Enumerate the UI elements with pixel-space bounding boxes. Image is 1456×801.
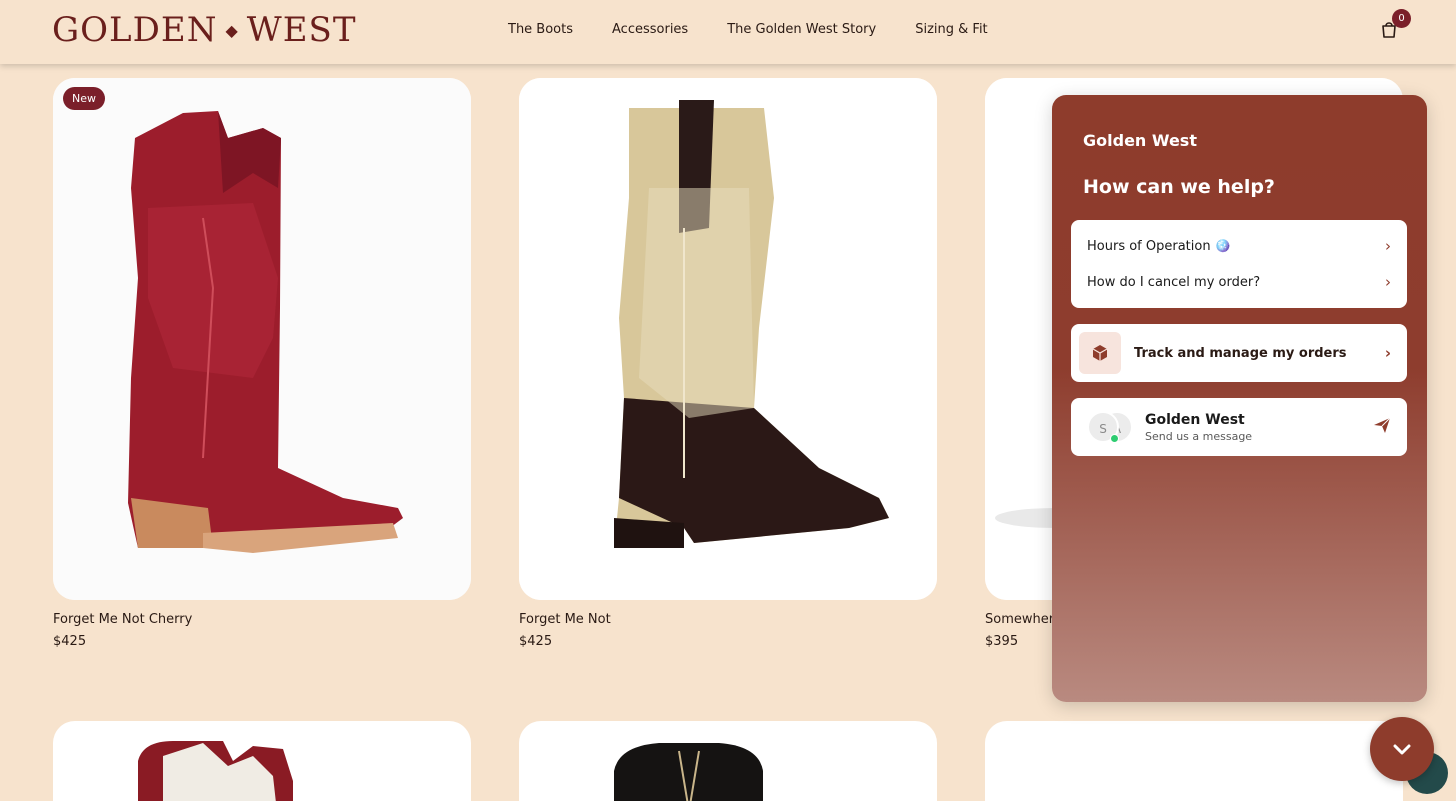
product-card[interactable] — [519, 78, 937, 600]
faq-label: How do I cancel my order? — [1087, 274, 1261, 290]
boot-image-cherry — [53, 78, 471, 600]
boot-image-row2-1 — [138, 741, 293, 801]
new-badge: New — [63, 87, 105, 110]
logo-diamond-icon: ◆ — [225, 20, 239, 40]
faq-label: Hours of Operation 🪩 — [1087, 238, 1231, 254]
chat-title: How can we help? — [1083, 176, 1275, 198]
product-price: $395 — [985, 634, 1019, 649]
chat-widget: Golden West How can we help? Hours of Op… — [1052, 95, 1427, 702]
message-text: Golden West Send us a message — [1145, 412, 1252, 443]
chevron-right-icon: › — [1385, 273, 1391, 291]
product-card[interactable] — [53, 721, 471, 801]
product-price: $425 — [519, 634, 553, 649]
online-status-dot — [1110, 434, 1119, 443]
chat-brand: Golden West — [1083, 131, 1197, 150]
product-card[interactable] — [519, 721, 937, 801]
product-price: $425 — [53, 634, 87, 649]
product-card[interactable]: New — [53, 78, 471, 600]
site-header: GOLDEN ◆ WEST The Boots Accessories The … — [0, 0, 1456, 64]
nav-item-accessories[interactable]: Accessories — [612, 22, 688, 37]
chevron-down-icon — [1393, 744, 1411, 755]
product-name[interactable]: Forget Me Not Cherry — [53, 612, 192, 627]
agent-subtitle: Send us a message — [1145, 429, 1253, 443]
product-name[interactable]: Somewhere — [985, 612, 1062, 627]
send-message-button[interactable]: A S Golden West Send us a message — [1071, 398, 1407, 456]
track-orders-button[interactable]: Track and manage my orders › — [1071, 324, 1407, 382]
boot-image-row2-2 — [614, 743, 763, 801]
boot-image-gold — [519, 78, 937, 600]
site-logo[interactable]: GOLDEN ◆ WEST — [52, 10, 357, 50]
faq-list: Hours of Operation 🪩 › How do I cancel m… — [1071, 220, 1407, 308]
product-name[interactable]: Forget Me Not — [519, 612, 611, 627]
nav-item-boots[interactable]: The Boots — [508, 22, 573, 37]
logo-word-right: WEST — [246, 10, 357, 50]
chat-toggle-button[interactable] — [1370, 717, 1434, 781]
nav-item-story[interactable]: The Golden West Story — [727, 22, 876, 37]
main-nav: The Boots Accessories The Golden West St… — [508, 22, 988, 37]
product-card[interactable] — [985, 721, 1403, 801]
track-label: Track and manage my orders — [1134, 345, 1347, 361]
nav-item-sizing[interactable]: Sizing & Fit — [915, 22, 987, 37]
faq-item-cancel[interactable]: How do I cancel my order? › — [1071, 264, 1407, 300]
agent-name: Golden West — [1145, 411, 1245, 428]
agent-avatars: A S — [1087, 411, 1139, 443]
chevron-right-icon: › — [1384, 344, 1391, 362]
faq-item-hours[interactable]: Hours of Operation 🪩 › — [1071, 228, 1407, 264]
chevron-right-icon: › — [1385, 237, 1391, 255]
cart-count-badge: 0 — [1392, 9, 1411, 28]
logo-word-left: GOLDEN — [52, 10, 218, 50]
send-icon — [1373, 416, 1391, 438]
package-icon — [1079, 332, 1121, 374]
